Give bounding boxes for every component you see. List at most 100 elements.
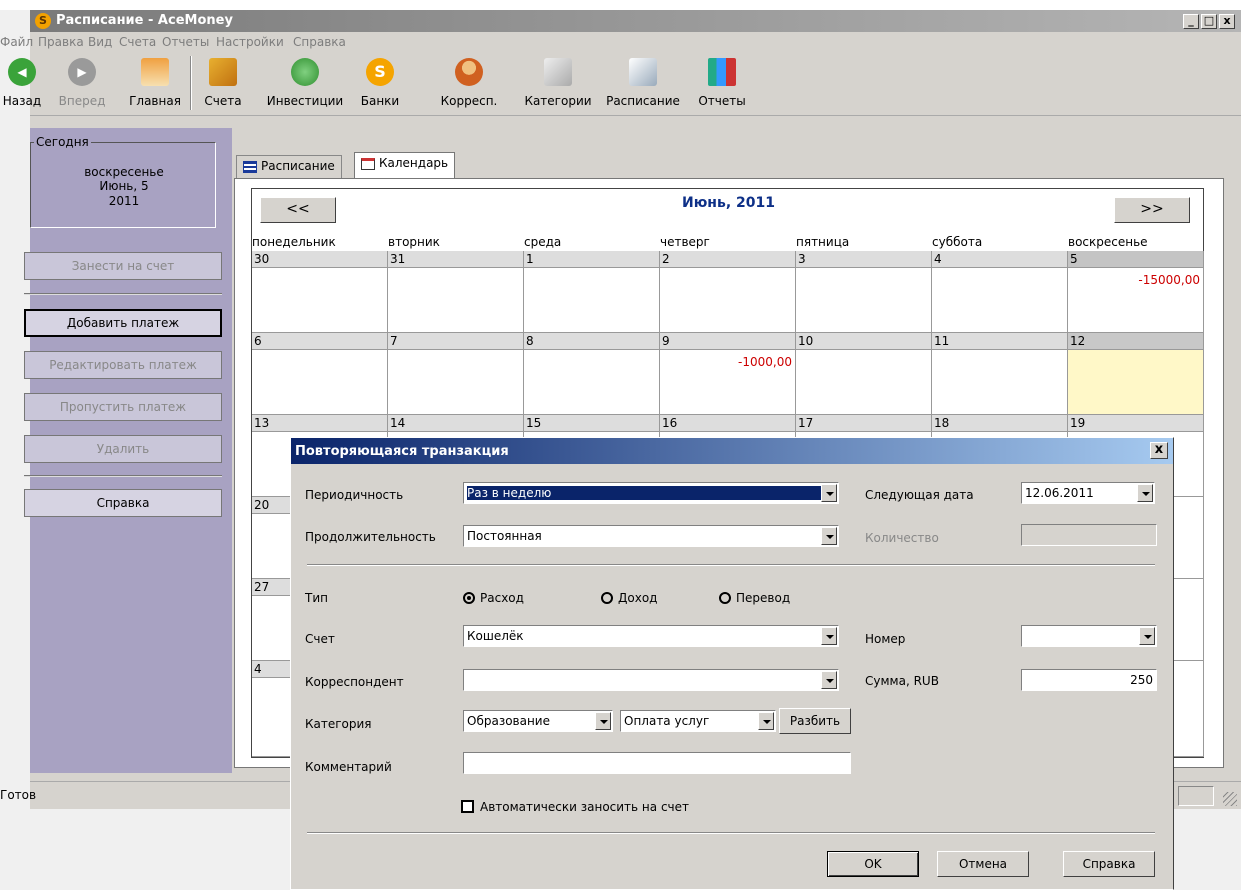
chevron-down-icon[interactable] [821, 671, 837, 689]
calendar-day-selected[interactable]: 12 [1068, 333, 1204, 415]
chevron-down-icon[interactable] [821, 484, 837, 502]
calendar-day[interactable]: 1 [524, 251, 660, 333]
account-select[interactable]: Кошелёк [463, 625, 839, 647]
type-income-radio[interactable]: Доход [601, 591, 657, 605]
auto-enter-checkbox[interactable]: Автоматически заносить на счет [461, 800, 689, 814]
calendar-day[interactable]: 30 [252, 251, 388, 333]
category-select[interactable]: Образование [463, 710, 613, 732]
enter-to-account-button[interactable]: Занести на счет [24, 252, 222, 280]
dialog-help-button[interactable]: Справка [1063, 851, 1155, 877]
bar-chart-icon [708, 58, 736, 86]
toolbar-schedule-button[interactable]: Расписание [600, 54, 686, 114]
frequency-value: Раз в неделю [467, 486, 835, 500]
calendar-day[interactable]: 10 [796, 333, 932, 415]
help-button[interactable]: Справка [24, 489, 222, 517]
toolbar-back-button[interactable]: ◀ Назад [0, 54, 44, 114]
calendar-day[interactable]: 31 [388, 251, 524, 333]
toolbar-investments-label: Инвестиции [266, 94, 344, 108]
duration-select[interactable]: Постоянная [463, 525, 839, 547]
calendar-day[interactable]: 7 [388, 333, 524, 415]
frequency-select[interactable]: Раз в неделю [463, 482, 839, 504]
toolbar-banks-button[interactable]: S Банки [350, 54, 410, 114]
close-button[interactable]: x [1219, 14, 1235, 29]
toolbar-home-button[interactable]: Главная [124, 54, 186, 114]
day-number: 13 [252, 415, 387, 432]
chevron-down-icon[interactable] [1137, 484, 1153, 502]
chevron-down-icon[interactable] [821, 527, 837, 545]
day-number: 10 [796, 333, 931, 350]
dialog-title[interactable]: Повторяющаяся транзакция [291, 438, 1173, 464]
split-button[interactable]: Разбить [779, 708, 851, 734]
menu-view[interactable]: Вид [88, 35, 112, 49]
maximize-button[interactable]: □ [1201, 14, 1217, 29]
count-label: Количество [865, 531, 939, 545]
tab-schedule[interactable]: Расписание [236, 155, 342, 179]
calendar-day[interactable]: 8 [524, 333, 660, 415]
calendar-day[interactable]: 9 -1000,00 [660, 333, 796, 415]
menu-settings[interactable]: Настройки [216, 35, 284, 49]
menu-accounts[interactable]: Счета [119, 35, 156, 49]
cancel-button[interactable]: Отмена [937, 851, 1029, 877]
skip-payment-button[interactable]: Пропустить платеж [24, 393, 222, 421]
toolbar-categories-button[interactable]: Категории [514, 54, 602, 114]
payee-select[interactable] [463, 669, 839, 691]
menu-reports[interactable]: Отчеты [162, 35, 209, 49]
chevron-down-icon[interactable] [821, 627, 837, 645]
day-number: 16 [660, 415, 795, 432]
chevron-down-icon[interactable] [595, 712, 611, 730]
toolbar-investments-button[interactable]: Инвестиции [262, 54, 348, 114]
chevron-down-icon[interactable] [758, 712, 774, 730]
tab-calendar[interactable]: Календарь [354, 152, 456, 180]
count-input[interactable] [1021, 524, 1157, 546]
toolbar-accounts-button[interactable]: Счета [198, 54, 248, 114]
day-number: 14 [388, 415, 523, 432]
radio-selected-icon [463, 592, 475, 604]
minimize-button[interactable]: _ [1183, 14, 1199, 29]
calendar-day[interactable]: 3 [796, 251, 932, 333]
edit-payment-button[interactable]: Редактировать платеж [24, 351, 222, 379]
menu-help[interactable]: Справка [293, 35, 346, 49]
calendar-day[interactable]: 4 [932, 251, 1068, 333]
calendar-day[interactable]: 5 -15000,00 [1068, 251, 1204, 333]
type-expense-radio[interactable]: Расход [463, 591, 524, 605]
ok-button[interactable]: OK [827, 851, 919, 877]
calendar-day[interactable]: 6 [252, 333, 388, 415]
menu-edit[interactable]: Правка [38, 35, 84, 49]
comment-label: Комментарий [305, 760, 392, 774]
today-date: Июнь, 5 [99, 179, 149, 193]
day-number: 7 [388, 333, 523, 350]
account-label: Счет [305, 632, 335, 646]
amount-input[interactable]: 250 [1021, 669, 1157, 691]
calendar-day[interactable]: 11 [932, 333, 1068, 415]
menu-file[interactable]: Файл [0, 35, 33, 49]
subcategory-value: Оплата услуг [624, 714, 710, 728]
recurring-transaction-dialog: Повторяющаяся транзакция x Периодичность… [290, 437, 1174, 890]
next-date-picker[interactable]: 12.06.2011 [1021, 482, 1155, 504]
day-number: 19 [1068, 415, 1203, 432]
chevron-down-icon[interactable] [1139, 627, 1155, 645]
subcategory-select[interactable]: Оплата услуг [620, 710, 776, 732]
resize-grip-icon[interactable] [1223, 792, 1237, 806]
comment-input[interactable] [463, 752, 851, 774]
type-transfer-radio[interactable]: Перевод [719, 591, 790, 605]
toolbar-payees-label: Корресп. [440, 94, 498, 108]
toolbar-payees-button[interactable]: Корресп. [430, 54, 508, 114]
duration-label: Продолжительность [305, 530, 436, 544]
toolbar-reports-button[interactable]: Отчеты [694, 54, 750, 114]
next-month-button[interactable]: >> [1114, 197, 1190, 223]
toolbar-forward-button[interactable]: ▶ Вперед [52, 54, 112, 114]
day-number: 30 [252, 251, 387, 268]
weekday-header: вторник [388, 235, 440, 249]
type-income-label: Доход [618, 591, 658, 605]
dialog-separator [307, 564, 1155, 566]
weekday-header: суббота [932, 235, 983, 249]
dialog-close-button[interactable]: x [1150, 442, 1168, 459]
toolbar-forward-label: Вперед [58, 94, 106, 108]
add-payment-button[interactable]: Добавить платеж [24, 309, 222, 337]
delete-button[interactable]: Удалить [24, 435, 222, 463]
calendar-day[interactable]: 2 [660, 251, 796, 333]
number-select[interactable] [1021, 625, 1157, 647]
radio-icon [601, 592, 613, 604]
title-bar[interactable]: S Расписание - AceMoney _ □ x [30, 10, 1241, 32]
frequency-label: Периодичность [305, 488, 404, 502]
